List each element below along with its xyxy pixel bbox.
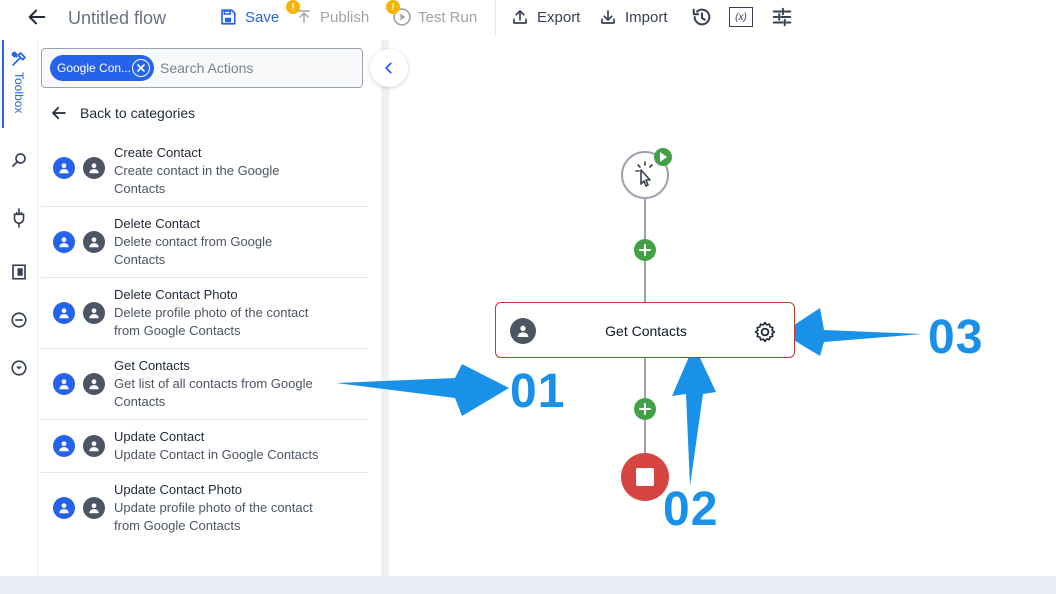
chevron-left-icon bbox=[385, 62, 392, 74]
collapse-panel-button[interactable] bbox=[370, 49, 408, 87]
rail-templates-button[interactable] bbox=[9, 262, 29, 282]
user-icon bbox=[53, 373, 75, 395]
search-icon bbox=[12, 153, 26, 167]
step-title: Get Contacts bbox=[605, 323, 687, 339]
action-description: Delete contact from Google Contacts bbox=[114, 234, 273, 267]
user-icon bbox=[53, 302, 75, 324]
stop-icon bbox=[636, 468, 654, 486]
export-button[interactable]: Export bbox=[511, 0, 580, 34]
search-actions-input[interactable] bbox=[160, 57, 350, 79]
flow-settings-button[interactable] bbox=[771, 0, 793, 34]
test-run-warning-badge: ! bbox=[386, 0, 400, 14]
window-bottom-edge bbox=[0, 576, 1056, 594]
action-title: Delete Contact bbox=[114, 216, 200, 231]
plug-icon bbox=[13, 208, 25, 228]
rail-active-indicator bbox=[2, 40, 4, 128]
top-toolbar: Untitled flow Save ! Publish ! Test Run … bbox=[0, 0, 1056, 40]
publish-button[interactable]: ! Publish bbox=[286, 0, 370, 34]
step-card-get-contacts[interactable]: Get Contacts bbox=[495, 302, 795, 358]
action-description: Create contact in the Google Contacts bbox=[114, 163, 280, 196]
actions-panel: Google Con... Back to categories Create … bbox=[38, 40, 382, 576]
toolbox-tab[interactable]: Toolbox bbox=[8, 50, 30, 113]
tools-icon bbox=[11, 51, 26, 66]
action-item-update-contact[interactable]: Update Contact Update Contact in Google … bbox=[41, 420, 368, 473]
callout-label-02: 02 bbox=[663, 483, 719, 536]
history-icon bbox=[692, 8, 711, 26]
test-run-label: Test Run bbox=[418, 8, 478, 26]
rail-connections-button[interactable] bbox=[9, 208, 29, 228]
history-button[interactable] bbox=[691, 0, 713, 34]
user-icon bbox=[53, 497, 75, 519]
action-title: Update Contact bbox=[114, 429, 205, 444]
sliders-icon bbox=[772, 7, 792, 27]
action-description: Get list of all contacts from Google Con… bbox=[114, 376, 313, 409]
action-item-create-contact[interactable]: Create Contact Create contact in the Goo… bbox=[41, 136, 368, 207]
add-step-button-bottom[interactable] bbox=[634, 398, 656, 420]
action-description: Update profile photo of the contact from… bbox=[114, 500, 313, 533]
action-title: Get Contacts bbox=[114, 358, 190, 373]
variables-icon: (x) bbox=[729, 7, 753, 27]
left-rail: Toolbox bbox=[0, 40, 38, 576]
contacts-app-icon bbox=[83, 157, 105, 179]
callout-label-01: 01 bbox=[510, 365, 566, 418]
flow-builder-app: Untitled flow Save ! Publish ! Test Run … bbox=[0, 0, 1056, 576]
contacts-app-icon bbox=[83, 231, 105, 253]
add-step-button-top[interactable] bbox=[634, 239, 656, 261]
action-item-delete-contact[interactable]: Delete Contact Delete contact from Googl… bbox=[41, 207, 368, 278]
templates-icon bbox=[12, 264, 26, 280]
stop-node[interactable] bbox=[621, 453, 669, 501]
filter-chip-label: Google Con... bbox=[57, 61, 132, 75]
contacts-app-icon bbox=[83, 373, 105, 395]
back-to-categories-label: Back to categories bbox=[80, 105, 196, 121]
export-icon bbox=[513, 10, 527, 24]
panel-resize-handle[interactable] bbox=[381, 40, 389, 576]
back-to-categories-link[interactable]: Back to categories bbox=[50, 104, 195, 122]
callout-label-03: 03 bbox=[928, 311, 984, 364]
publish-label: Publish bbox=[320, 8, 370, 26]
user-icon bbox=[53, 231, 75, 253]
minus-circle-icon bbox=[11, 312, 27, 328]
contacts-app-icon bbox=[83, 497, 105, 519]
variables-glyph: (x) bbox=[735, 11, 747, 23]
action-list: Create Contact Create contact in the Goo… bbox=[41, 136, 368, 543]
contacts-app-icon bbox=[83, 302, 105, 324]
action-title: Update Contact Photo bbox=[114, 482, 242, 497]
action-description: Update Contact in Google Contacts bbox=[114, 447, 319, 462]
save-icon bbox=[221, 9, 236, 25]
back-button[interactable] bbox=[26, 0, 48, 34]
toolbar-divider bbox=[495, 0, 496, 36]
action-item-delete-contact-photo[interactable]: Delete Contact Photo Delete profile phot… bbox=[41, 278, 368, 349]
action-title: Delete Contact Photo bbox=[114, 287, 238, 302]
action-item-get-contacts[interactable]: Get Contacts Get list of all contacts fr… bbox=[41, 349, 368, 420]
save-button[interactable]: Save bbox=[219, 0, 279, 34]
variables-button[interactable]: (x) bbox=[729, 0, 753, 34]
arrow-left-icon bbox=[28, 9, 46, 25]
publish-warning-badge: ! bbox=[286, 0, 300, 14]
save-label: Save bbox=[245, 8, 280, 26]
contacts-app-icon bbox=[83, 435, 105, 457]
action-search-box: Google Con... bbox=[41, 48, 363, 88]
action-item-update-contact-photo[interactable]: Update Contact Photo Update profile phot… bbox=[41, 473, 368, 543]
action-title: Create Contact bbox=[114, 145, 202, 160]
import-icon bbox=[601, 10, 615, 24]
export-label: Export bbox=[537, 8, 581, 26]
test-run-button[interactable]: ! Test Run bbox=[386, 0, 478, 34]
toolbox-tab-label: Toolbox bbox=[12, 72, 26, 114]
chip-close-icon[interactable] bbox=[132, 59, 150, 77]
gear-icon[interactable] bbox=[752, 319, 778, 345]
user-icon bbox=[53, 435, 75, 457]
chevron-down-circle-icon bbox=[11, 360, 27, 376]
rail-dropdown-button[interactable] bbox=[9, 358, 29, 378]
import-label: Import bbox=[625, 8, 668, 26]
rail-search-button[interactable] bbox=[9, 150, 29, 170]
import-button[interactable]: Import bbox=[599, 0, 668, 34]
flow-title[interactable]: Untitled flow bbox=[68, 0, 166, 36]
action-description: Delete profile photo of the contact from… bbox=[114, 305, 309, 338]
rail-minus-button[interactable] bbox=[9, 310, 29, 330]
arrow-left-icon bbox=[52, 106, 66, 120]
user-icon bbox=[53, 157, 75, 179]
filter-chip[interactable]: Google Con... bbox=[50, 55, 154, 81]
